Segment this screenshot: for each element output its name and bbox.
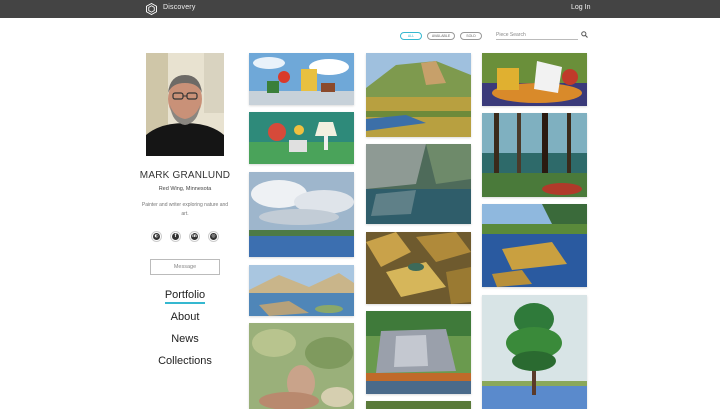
filter-all[interactable]: ALL bbox=[400, 32, 422, 40]
artwork-tile[interactable] bbox=[482, 113, 587, 197]
search-icon[interactable] bbox=[581, 31, 588, 38]
availability-filters: ALL AVAILABLE SOLD bbox=[400, 32, 482, 40]
logo-hexagon-icon[interactable] bbox=[146, 3, 157, 15]
top-bar: Discovery Log In bbox=[0, 0, 720, 18]
nav-collections[interactable]: Collections bbox=[128, 355, 242, 367]
artist-location: Red Wing, Minnesota bbox=[158, 186, 212, 192]
artist-name: MARK GRANLUND bbox=[139, 170, 231, 181]
artist-avatar bbox=[146, 53, 224, 156]
filter-available[interactable]: AVAILABLE bbox=[427, 32, 455, 40]
artwork-tile[interactable] bbox=[249, 112, 354, 164]
nav-about-label: About bbox=[170, 311, 200, 323]
artwork-tile[interactable] bbox=[366, 232, 471, 304]
nav-news[interactable]: News bbox=[128, 333, 242, 345]
brand-link[interactable]: Discovery bbox=[163, 4, 196, 11]
nav-collections-label: Collections bbox=[158, 355, 212, 367]
website-icon[interactable]: ◐ bbox=[151, 231, 162, 242]
login-link[interactable]: Log In bbox=[571, 4, 590, 11]
artwork-tile[interactable] bbox=[249, 323, 354, 409]
artist-bio: Painter and writer exploring nature and … bbox=[141, 202, 229, 217]
social-links: ◐ f in ◎ bbox=[151, 231, 219, 242]
artwork-tile[interactable] bbox=[482, 204, 587, 287]
piece-search-input[interactable] bbox=[496, 30, 578, 40]
artwork-tile[interactable] bbox=[482, 53, 587, 106]
instagram-icon[interactable]: ◎ bbox=[208, 231, 219, 242]
artwork-tile[interactable] bbox=[249, 265, 354, 316]
nav-portfolio-label: Portfolio bbox=[164, 289, 206, 304]
nav-portfolio[interactable]: Portfolio bbox=[128, 289, 242, 304]
artwork-tile[interactable] bbox=[249, 172, 354, 257]
message-button[interactable]: Message bbox=[150, 259, 220, 275]
artwork-tile[interactable] bbox=[366, 311, 471, 394]
artwork-tile[interactable] bbox=[366, 401, 471, 409]
linkedin-icon[interactable]: in bbox=[189, 231, 200, 242]
artwork-tile[interactable] bbox=[482, 295, 587, 409]
nav-about[interactable]: About bbox=[128, 311, 242, 323]
filter-sold[interactable]: SOLD bbox=[460, 32, 482, 40]
artwork-tile[interactable] bbox=[366, 53, 471, 137]
artwork-tile[interactable] bbox=[249, 53, 354, 105]
facebook-icon[interactable]: f bbox=[170, 231, 181, 242]
artwork-tile[interactable] bbox=[366, 144, 471, 224]
nav-news-label: News bbox=[171, 333, 199, 345]
